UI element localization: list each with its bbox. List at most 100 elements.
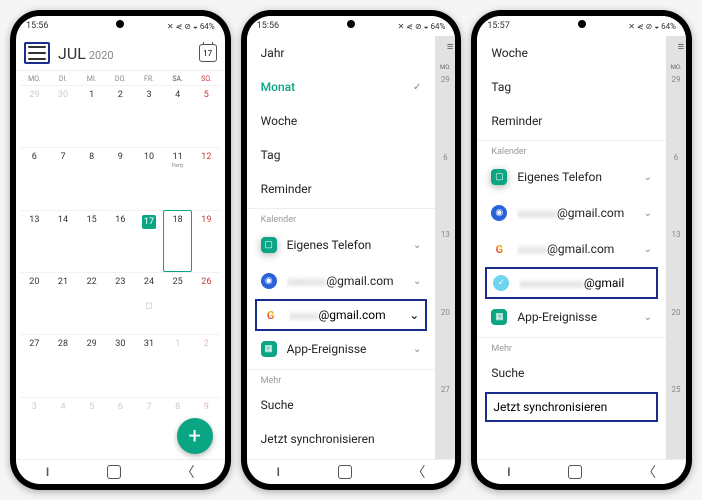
calendar-eigenes-telefon[interactable]: ▢ Eigenes Telefon ⌄ (247, 227, 436, 263)
calendar-day-cell[interactable]: 16 (106, 210, 135, 272)
calendar-day-cell[interactable]: 29 (20, 85, 49, 147)
highlight-google-account[interactable]: xxxxxx@gmail.com ⌄ (255, 299, 428, 331)
app-events-icon: ▦ (261, 341, 277, 357)
calendar-day-cell[interactable]: 22 (77, 272, 106, 334)
calendar-day-cell[interactable]: 6 (20, 147, 49, 209)
calendar-eigenes-telefon[interactable]: ▢ Eigenes Telefon ⌄ (477, 159, 666, 195)
nav-home[interactable] (338, 465, 352, 479)
chevron-down-icon: ⌄ (644, 244, 652, 255)
calendar-day-cell[interactable]: 13 (20, 210, 49, 272)
drawer-item-tag[interactable]: Tag (247, 138, 436, 172)
calendar-day-cell[interactable]: 29 (77, 334, 106, 396)
calendar-day-cell[interactable]: 31 (135, 334, 164, 396)
drawer: Woche Tag Reminder Kalender ▢ Eigenes Te… (477, 36, 666, 459)
calendar-day-cell[interactable]: 19 (192, 210, 221, 272)
phone-1: 15:56 ✕ ⋞ ⊘ ◒ 64% JUL2020 17 MO.DI.MI.DO… (10, 10, 231, 490)
nav-recent[interactable]: ||| (507, 467, 508, 478)
calendar-day-cell[interactable]: 17 (135, 210, 164, 272)
nav-home[interactable] (568, 465, 582, 479)
nav-home[interactable] (107, 465, 121, 479)
nav-back[interactable]: 〈 (642, 462, 656, 482)
calendar-day-cell[interactable]: 14 (49, 210, 78, 272)
calendar-account-1[interactable]: ◉ xxxxxxxx@gmail.com ⌄ (477, 195, 666, 231)
screen-1: 15:56 ✕ ⋞ ⊘ ◒ 64% JUL2020 17 MO.DI.MI.DO… (16, 16, 225, 484)
drawer: Jahr Monat✓ Woche Tag Reminder Kalender … (247, 36, 436, 459)
calendar-day-cell[interactable]: 8 (77, 147, 106, 209)
drawer-wrap: Jahr Monat✓ Woche Tag Reminder Kalender … (247, 36, 456, 459)
calendar-day-cell[interactable]: 12 (192, 147, 221, 209)
hamburger-icon[interactable] (26, 44, 48, 62)
calendar-day-cell[interactable]: 4 (163, 85, 192, 147)
calendar-day-cell[interactable]: 2 (106, 85, 135, 147)
status-time: 15:57 (487, 21, 509, 31)
highlight-hamburger (24, 42, 50, 64)
nav-back[interactable]: 〈 (411, 462, 425, 482)
calendar-day-cell[interactable]: 27 (20, 334, 49, 396)
calendar-day-cell[interactable]: 30 (106, 334, 135, 396)
calendar-grid[interactable]: 29301234567891011Party121314151617181920… (16, 85, 225, 459)
nav-recent[interactable]: ||| (277, 467, 278, 478)
highlight-sync-now[interactable]: Jetzt synchronisieren (485, 392, 658, 422)
nav-recent[interactable]: ||| (46, 467, 47, 478)
calendar-day-cell[interactable]: 3 (20, 397, 49, 459)
calendar-day-cell[interactable]: 15 (77, 210, 106, 272)
chevron-down-icon: ⌄ (413, 240, 421, 251)
calendar-day-cell[interactable]: 20 (20, 272, 49, 334)
drawer-item-tag[interactable]: Tag (477, 70, 666, 104)
calendar-day-cell[interactable]: 5 (192, 85, 221, 147)
hamburger-behind-icon: ≡ (666, 36, 686, 56)
calendar-day-cell[interactable]: 7 (49, 147, 78, 209)
calendar-day-cell[interactable]: 6 (106, 397, 135, 459)
nav-back[interactable]: 〈 (181, 462, 195, 482)
drawer-item-reminder[interactable]: Reminder (477, 104, 666, 138)
calendar-day-cell[interactable]: 28 (49, 334, 78, 396)
google-icon (491, 241, 507, 257)
drawer-item-woche[interactable]: Woche (477, 36, 666, 70)
calendar-google-account[interactable]: xxxxxx@gmail.com ⌄ (477, 231, 666, 267)
calendar-day-cell[interactable]: 30 (49, 85, 78, 147)
calendar-day-cell[interactable]: 26 (192, 272, 221, 334)
chevron-down-icon: ⌄ (644, 312, 652, 323)
calendar-day-cell[interactable]: 21 (49, 272, 78, 334)
calendar-day-cell[interactable]: 11Party (163, 147, 192, 209)
calendar-app-ereignisse[interactable]: ▦ App-Ereignisse ⌄ (477, 299, 666, 335)
calendar-day-cell[interactable]: 9 (106, 147, 135, 209)
chevron-down-icon: ⌄ (413, 276, 421, 287)
calendar-day-cell[interactable]: 24◻ (135, 272, 164, 334)
phone-calendar-icon: ▢ (491, 169, 507, 185)
drawer-item-reminder[interactable]: Reminder (247, 172, 436, 206)
calendar-day-cell[interactable]: 10 (135, 147, 164, 209)
drawer-item-jahr[interactable]: Jahr (247, 36, 436, 70)
calendar-day-cell[interactable]: 3 (135, 85, 164, 147)
calendar-day-cell[interactable]: 1 (163, 334, 192, 396)
nav-bar: ||| 〈 (247, 459, 456, 484)
drawer-section-kalender: Kalender (247, 208, 436, 227)
drawer-section-mehr: Mehr (477, 337, 666, 356)
background-column: ≡ MO. 29 6 13 20 25 (666, 36, 686, 459)
calendar-day-cell[interactable]: 5 (77, 397, 106, 459)
drawer-item-woche[interactable]: Woche (247, 104, 436, 138)
status-time: 15:56 (257, 21, 279, 31)
calendar-day-cell[interactable]: 2 (192, 334, 221, 396)
calendar-day-cell[interactable]: 23 (106, 272, 135, 334)
calendar-app-ereignisse[interactable]: ▦ App-Ereignisse ⌄ (247, 331, 436, 367)
background-column: ≡ MO. 29 6 13 20 27 (435, 36, 455, 459)
drawer-item-sync[interactable]: Jetzt synchronisieren (247, 422, 436, 456)
drawer-item-monat[interactable]: Monat✓ (247, 70, 436, 104)
calendar-day-cell[interactable]: 4 (49, 397, 78, 459)
phone-2: 15:56 ✕ ⋞ ⊘ ◒ 64% Jahr Monat✓ Woche Tag … (241, 10, 462, 490)
month-title[interactable]: JUL2020 (58, 44, 191, 63)
calendar-day-cell[interactable]: 18 (163, 210, 192, 272)
highlight-selected-calendar[interactable]: ✓ xxxxxxxxxxxxx@gmail (485, 267, 658, 299)
check-icon: ✓ (413, 82, 421, 93)
phone-calendar-icon: ▢ (261, 237, 277, 253)
calendar-day-cell[interactable]: 1 (77, 85, 106, 147)
drawer-item-suche[interactable]: Suche (477, 356, 666, 390)
account-icon: ◉ (261, 273, 277, 289)
calendar-day-cell[interactable]: 25 (163, 272, 192, 334)
calendar-account-1[interactable]: ◉ xxxxxxxx@gmail.com ⌄ (247, 263, 436, 299)
calendar-day-cell[interactable]: 7 (135, 397, 164, 459)
add-event-fab[interactable]: + (177, 418, 213, 454)
drawer-item-suche[interactable]: Suche (247, 388, 436, 422)
today-icon[interactable]: 17 (199, 44, 217, 62)
